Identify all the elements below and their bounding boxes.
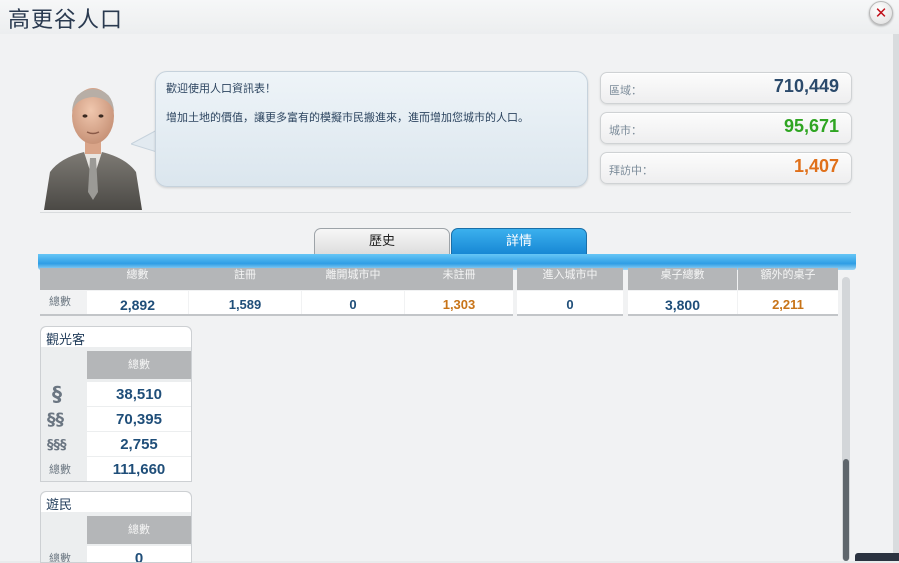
single-star-icon: § [52,384,62,404]
tourists-header: 總數 [87,351,191,379]
tourists-value-3: 2,755 [87,432,191,456]
advisor-message: 增加土地的價值，讓更多富有的模擬市民搬進來，進而增加您城市的人口。 [166,111,529,124]
tab-details[interactable]: 詳情 [451,228,587,255]
advisor-greeting: 歡迎使用人口資訊表！ [166,82,276,95]
tab-history[interactable]: 歷史 [314,228,450,255]
stat-region-label: 區域： [609,84,642,97]
stat-visiting-value: 1,407 [793,156,839,176]
stat-city-value: 95,671 [783,116,839,136]
stat-region-value: 710,449 [773,76,839,96]
triple-star-icon: §§§ [47,438,67,453]
tourists-row-3: §§§ 2,755 [41,432,191,456]
cell-registered: 1,589 [189,291,301,314]
tourists-row-total: 總數 111,660 [41,457,191,481]
cell-total: 2,892 [87,291,188,314]
close-button[interactable]: ✕ [869,1,893,25]
corner-widget [855,553,899,561]
nomads-header: 總數 [87,516,191,544]
nomads-total-label: 總數 [49,552,71,563]
stat-visiting-label: 拜訪中： [609,164,653,177]
double-star-icon: §§ [47,410,65,429]
tourists-total-label: 總數 [49,463,71,476]
tourists-row-2: §§ 70,395 [41,407,191,431]
tourists-value-2: 70,395 [87,407,191,431]
col-entering: 進入城市中 [517,268,623,290]
nomads-title: 遊民 [46,498,73,513]
nomads-total-value: 0 [87,546,191,562]
cell-entering: 0 [517,291,623,314]
cell-extra-tables: 2,211 [738,291,838,314]
window-title: 高更谷人口 [8,8,124,33]
stat-visiting: 拜訪中： 1,407 [600,152,852,184]
residents-row-label: 總數 [49,295,71,308]
residents-right-bottom-border [628,314,838,316]
tourists-row-1: § 38,510 [41,382,191,406]
residents-mid-bottom-border [517,314,623,316]
col-total: 總數 [87,268,188,290]
nomads-card: 遊民 總數 總數 0 [40,491,192,563]
stat-city-label: 城市： [609,124,642,137]
tourists-total-value: 111,660 [87,457,191,481]
scrollbar-thumb[interactable] [843,459,849,561]
tourists-card: 觀光客 總數 § 38,510 §§ 70,395 §§§ 2,755 總數 1… [40,326,192,482]
svg-text:§§§: §§§ [47,438,67,453]
stat-region: 區域： 710,449 [600,72,852,104]
advisor-speech-bubble: 歡迎使用人口資訊表！ 增加土地的價值，讓更多富有的模擬市民搬進來，進而增加您城市… [155,71,588,187]
svg-text:§§: §§ [47,410,65,429]
col-registered: 註冊 [189,268,301,290]
nomads-row-total: 總數 0 [41,546,191,563]
residents-left-bottom-border [40,314,513,316]
col-tables-total: 桌子總數 [628,268,737,290]
panel-edge [893,34,899,561]
cell-unregistered: 1,303 [405,291,513,314]
col-unregistered: 未註冊 [405,268,513,290]
speech-bubble-tail [131,130,157,153]
cell-leaving: 0 [302,291,404,314]
title-bar: 高更谷人口 ✕ [0,0,899,34]
tourists-title: 觀光客 [46,333,86,348]
col-leaving: 離開城市中 [302,268,404,290]
stat-city: 城市： 95,671 [600,112,852,144]
cell-tables-total: 3,800 [628,291,737,314]
tourists-value-1: 38,510 [87,382,191,406]
svg-text:§: § [52,384,62,404]
divider [40,212,851,213]
col-extra-tables: 額外的桌子 [738,268,838,290]
